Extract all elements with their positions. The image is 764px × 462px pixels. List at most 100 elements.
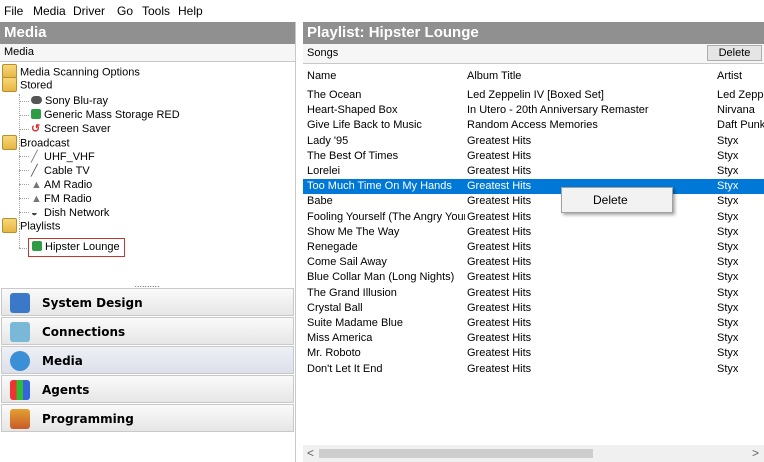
scroll-left-icon[interactable]: < (307, 446, 314, 460)
song-name: Give Life Back to Music (307, 119, 422, 132)
programming-icon (10, 409, 30, 429)
song-artist: Styx (717, 241, 739, 253)
song-row[interactable]: Renegade Greatest Hits Styx (303, 240, 764, 255)
song-name: Show Me The Way (307, 225, 400, 238)
song-row[interactable]: Give Life Back to Music Random Access Mem… (303, 118, 764, 133)
song-name: Blue Collar Man (Long Nights) (307, 271, 455, 284)
song-name: Mr. Roboto (307, 347, 361, 360)
screen-saver-icon: ↺ (31, 122, 41, 135)
song-album: Greatest Hits (467, 317, 532, 329)
song-row[interactable]: The Best Of Times Greatest Hits Styx (303, 149, 764, 164)
song-name: Crystal Ball (307, 301, 363, 314)
nav-connections[interactable]: Connections (1, 317, 294, 345)
tree-playlists[interactable]: Playlists (2, 218, 60, 233)
scroll-thumb[interactable] (319, 449, 593, 458)
tree-cable-tv[interactable]: ╱ Cable TV (31, 164, 90, 178)
song-artist: Styx (717, 149, 739, 162)
tree-dish-network[interactable]: ◒ Dish Network (31, 206, 109, 220)
tree-generic-mass-storage[interactable]: Generic Mass Storage RED (31, 108, 180, 122)
song-row[interactable]: Suite Madame Blue Greatest Hits Styx (303, 316, 764, 331)
storage-icon (31, 109, 41, 120)
antenna-icon: ╱ (31, 150, 38, 163)
song-row[interactable]: Don't Let It End Greatest Hits Styx (303, 362, 764, 377)
song-album: Greatest Hits (467, 332, 532, 345)
song-row[interactable]: The Ocean Led Zeppelin IV [Boxed Set] Led … (303, 88, 764, 103)
song-album: Greatest Hits (467, 286, 532, 299)
nav-media[interactable]: Media (1, 346, 294, 374)
song-row[interactable]: Show Me The Way Greatest Hits Styx (303, 225, 764, 240)
song-album: Greatest Hits (467, 347, 532, 360)
song-row[interactable]: Come Sail Away Greatest Hits Styx (303, 255, 764, 270)
song-row[interactable]: The Grand Illusion Greatest Hits Styx (303, 286, 764, 301)
context-menu: Delete (561, 187, 673, 213)
song-row[interactable]: Blue Collar Man (Long Nights) Greatest Hi… (303, 270, 764, 285)
playlist-title: Playlist: Hipster Lounge (303, 22, 764, 44)
song-row[interactable]: Lady '95 Greatest Hits Styx (303, 134, 764, 149)
context-menu-delete[interactable]: Delete (593, 193, 628, 207)
menu-go[interactable]: Go (117, 4, 133, 18)
song-row[interactable]: Too Much Time On My Hands Greatest Hits St… (303, 179, 764, 195)
song-artist: Styx (717, 332, 739, 345)
playlist-pane: Playlist: Hipster Lounge Songs Delete Na… (303, 22, 764, 462)
song-album: Greatest Hits (467, 149, 532, 162)
menu-media[interactable]: Media (33, 4, 66, 18)
song-row[interactable]: Lorelei Greatest Hits Styx (303, 164, 764, 179)
playlist-icon (32, 241, 42, 252)
song-row[interactable]: Heart-Shaped Box In Utero - 20th Annivers… (303, 103, 764, 118)
menu-tools[interactable]: Tools (142, 4, 170, 18)
folder-icon (2, 218, 17, 233)
song-artist: Styx (717, 165, 739, 177)
song-name: The Ocean (307, 89, 362, 101)
songs-column-header: Name Album Title Artist (303, 66, 764, 86)
nav-agents[interactable]: Agents (1, 375, 294, 403)
song-artist: Styx (717, 347, 739, 360)
media-icon (10, 351, 30, 371)
tree-screen-saver[interactable]: ↺ Screen Saver (31, 122, 111, 136)
tree-stored[interactable]: Stored (2, 77, 52, 92)
song-artist: Styx (717, 195, 739, 208)
song-row[interactable]: Fooling Yourself (The Angry Youn... Great… (303, 210, 764, 225)
song-name: Fooling Yourself (The Angry Youn... (307, 210, 465, 223)
song-row[interactable]: Babe Greatest Hits Styx (303, 194, 764, 209)
song-row[interactable]: Miss America Greatest Hits Styx (303, 331, 764, 346)
radio-tower-icon: ▲ (31, 192, 42, 205)
folder-icon (2, 135, 17, 150)
bluray-player-icon (31, 96, 42, 105)
tree-broadcast[interactable]: Broadcast (2, 135, 70, 150)
song-artist: Styx (717, 286, 739, 299)
tree-uhf-vhf[interactable]: ╱ UHF_VHF (31, 150, 95, 164)
song-album: Led Zeppelin IV [Boxed Set] (467, 89, 604, 101)
scroll-right-icon[interactable]: > (752, 446, 759, 460)
tree-hipster-lounge[interactable]: Hipster Lounge (28, 238, 125, 257)
delete-button[interactable]: Delete (707, 45, 762, 61)
tree-am-radio[interactable]: ▲ AM Radio (31, 178, 92, 192)
menu-file[interactable]: File (4, 4, 23, 18)
song-album: Greatest Hits (467, 165, 532, 177)
tree-fm-radio[interactable]: ▲ FM Radio (31, 192, 92, 206)
nav-programming[interactable]: Programming (1, 404, 294, 432)
tree-sony-bluray[interactable]: Sony Blu-ray (31, 94, 108, 108)
song-artist: Styx (717, 317, 739, 329)
column-album-title[interactable]: Album Title (467, 70, 521, 82)
menu-driver[interactable]: Driver (73, 4, 105, 18)
song-name: Heart-Shaped Box (307, 104, 398, 117)
song-album: Greatest Hits (467, 256, 532, 269)
song-name: Babe (307, 195, 333, 208)
radio-tower-icon: ▲ (31, 178, 42, 191)
song-artist: Led Zeppe (717, 89, 764, 101)
song-name: The Best Of Times (307, 149, 399, 162)
column-artist[interactable]: Artist (717, 70, 742, 82)
song-artist: Styx (717, 225, 739, 238)
song-row[interactable]: Crystal Ball Greatest Hits Styx (303, 301, 764, 316)
song-album: Greatest Hits (467, 301, 532, 314)
song-row[interactable]: Mr. Roboto Greatest Hits Styx (303, 346, 764, 361)
tree-media-scanning-options[interactable]: Media Scanning Options (2, 64, 140, 79)
song-album: In Utero - 20th Anniversary Remaster (467, 104, 649, 117)
horizontal-scrollbar[interactable]: < > (303, 445, 764, 462)
column-name[interactable]: Name (307, 70, 336, 82)
song-name: Lorelei (307, 165, 341, 177)
song-album: Greatest Hits (467, 362, 532, 375)
nav-system-design[interactable]: System Design (1, 288, 294, 316)
menu-bar: File Media Driver Go Tools Help (0, 0, 764, 22)
menu-help[interactable]: Help (178, 4, 203, 18)
